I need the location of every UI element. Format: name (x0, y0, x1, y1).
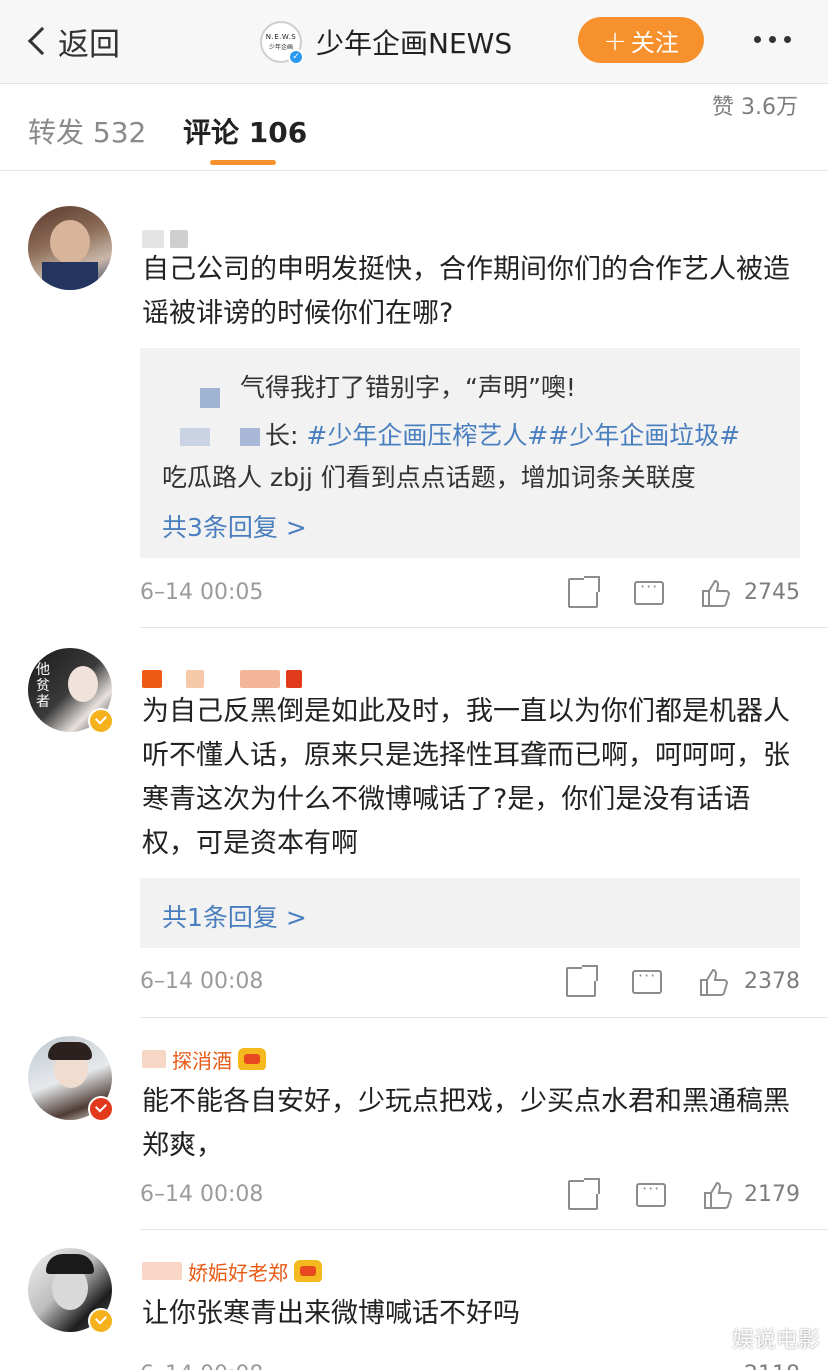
username-redacted[interactable]: 探消酒 (142, 1048, 266, 1073)
avatar[interactable] (28, 1036, 116, 1124)
comment-text: 为自己反黑倒是如此及时，我一直以为你们都是机器人听不懂人话，原来只是选择性耳聋而… (142, 696, 790, 859)
avatar[interactable]: 他贫者 (28, 648, 116, 736)
avatar[interactable] (28, 1248, 116, 1336)
comment-icon[interactable] (634, 577, 664, 605)
like-icon[interactable] (700, 578, 732, 608)
reply-author-suffix: 长: (265, 421, 307, 450)
like-icon[interactable] (702, 1180, 734, 1210)
vip-crown-icon (294, 1260, 322, 1282)
tab-reposts[interactable]: 转发 532 (28, 111, 146, 151)
watermark: 娱说电影 (731, 1328, 820, 1353)
reply-line-with-tags: 长: #少年企画压榨艺人##少年企画垃圾# (265, 416, 740, 452)
active-tab-indicator (210, 160, 276, 165)
share-icon[interactable] (568, 1178, 600, 1210)
comment-icon[interactable] (632, 966, 662, 994)
back-label: 返回 (58, 26, 120, 63)
comment-text: 能不能各自安好，少玩点把戏，少买点水君和黑通稿黑郑爽， (142, 1086, 790, 1161)
account-logo-line2: 少年企画 (268, 44, 293, 51)
like-count: 2745 (744, 580, 800, 605)
reply-preview-box[interactable]: 共1条回复 > (140, 878, 800, 948)
username-partial: 娇姤好老郑 (188, 1260, 288, 1285)
share-icon[interactable] (568, 576, 600, 608)
account-logo: N.E.W.S 少年企画 ✓ (260, 21, 304, 65)
comment-icon[interactable] (636, 1179, 666, 1207)
more-options-icon[interactable] (754, 36, 791, 43)
reply-preview-box[interactable]: 气得我打了错别字，“声明”噢! 长: #少年企画压榨艺人##少年企画垃圾# 吃瓜… (140, 348, 800, 558)
comment-text: 让你张寒青出来微博喊话不好吗 (142, 1298, 520, 1329)
view-replies-link[interactable]: 共1条回复 > (162, 898, 307, 934)
username-redacted[interactable]: 娇姤好老郑 (142, 1260, 322, 1285)
comment-item: 娇姤好老郑 让你张寒青出来微博喊话不好吗 6–14 00:08 2118 (0, 1230, 828, 1370)
vip-crown-icon (238, 1048, 266, 1070)
tab-comments[interactable]: 评论 106 (183, 111, 307, 151)
comment-meta: 6–14 00:08 2118 (140, 1358, 800, 1370)
username-redacted[interactable] (142, 668, 302, 690)
chevron-left-icon (27, 26, 57, 56)
comment-time: 6–14 00:08 (140, 1362, 263, 1370)
reply-line: 气得我打了错别字，“声明”噢! (240, 373, 576, 402)
reply-line: 吃瓜路人 zbjj 们看到点点话题，增加词条关联度 (162, 463, 696, 492)
like-count: 2378 (744, 969, 800, 994)
top-nav-bar: 返回 N.E.W.S 少年企画 ✓ 少年企画NEWS + 关注 (0, 0, 828, 84)
plus-icon: + (603, 23, 627, 57)
verified-badge-icon (88, 1096, 114, 1122)
verified-badge-icon (88, 1308, 114, 1334)
like-count: 2179 (744, 1182, 800, 1207)
tab-likes[interactable]: 赞 3.6万 (712, 89, 798, 121)
comment-time: 6–14 00:08 (140, 969, 264, 994)
comment-item: 探消酒 能不能各自安好，少玩点把戏，少买点水君和黑通稿黑郑爽， 6–14 00:… (0, 1018, 828, 1230)
post-tabs: 转发 532 评论 106 赞 3.6万 (0, 85, 828, 171)
username-redacted[interactable] (142, 228, 188, 250)
share-icon[interactable] (566, 965, 598, 997)
hashtag-link[interactable]: #少年企画压榨艺人##少年企画垃圾# (306, 421, 740, 450)
verified-badge-icon: ✓ (288, 49, 304, 65)
account-logo-line1: N.E.W.S (265, 33, 297, 41)
comment-meta: 6–14 00:08 2378 (140, 965, 800, 1001)
avatar[interactable] (28, 206, 116, 294)
comment-meta: 6–14 00:08 2179 (140, 1178, 800, 1214)
comment-text: 自己公司的申明发挺快，合作期间你们的合作艺人被造谣被诽谤的时候你们在哪? (142, 254, 790, 329)
follow-button[interactable]: + 关注 (578, 17, 704, 63)
username-partial: 探消酒 (172, 1048, 232, 1073)
account-header[interactable]: N.E.W.S 少年企画 ✓ 少年企画NEWS (260, 20, 513, 65)
account-name: 少年企画NEWS (316, 27, 513, 60)
back-button[interactable]: 返回 (22, 18, 120, 64)
comment-time: 6–14 00:08 (140, 1182, 264, 1207)
comment-item: 他贫者 为自己反黑倒是如此及时，我一直以为你们都是机器人听不懂人话，原来只是选择… (0, 628, 828, 1018)
comment-time: 6–14 00:05 (140, 580, 264, 605)
follow-label: 关注 (630, 28, 679, 57)
comment-item: 自己公司的申明发挺快，合作期间你们的合作艺人被造谣被诽谤的时候你们在哪? 气得我… (0, 172, 828, 628)
view-replies-link[interactable]: 共3条回复 > (162, 508, 307, 544)
like-count: 2118 (744, 1362, 800, 1370)
comment-meta: 6–14 00:05 2745 (140, 576, 800, 612)
like-icon[interactable] (698, 967, 730, 997)
verified-badge-icon (88, 708, 114, 734)
